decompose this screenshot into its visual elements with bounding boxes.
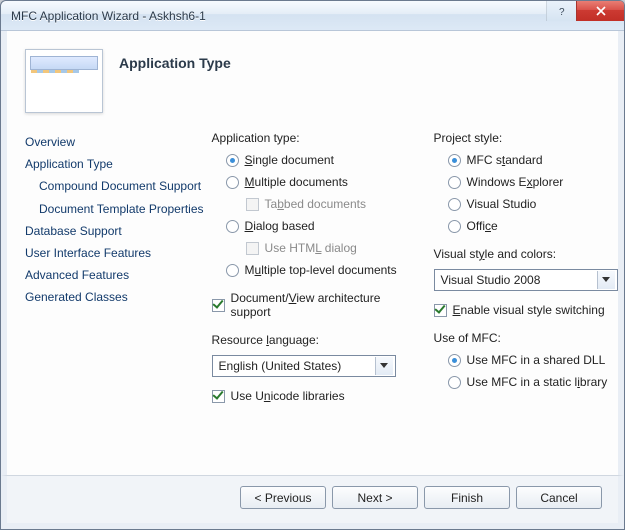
page-title: Application Type: [119, 55, 231, 113]
check-label: Enable visual style switching: [453, 303, 605, 317]
radio-icon: [226, 176, 239, 189]
radio-dialog-based[interactable]: Dialog based: [212, 217, 416, 235]
radio-label: Office: [467, 219, 498, 233]
app-type-label: Application type:: [212, 131, 416, 145]
chevron-down-icon: [597, 271, 615, 289]
radio-label: Use MFC in a static library: [467, 375, 608, 389]
sidebar-item-doc-template[interactable]: Document Template Properties: [25, 198, 204, 220]
radio-office[interactable]: Office: [434, 217, 618, 235]
radio-label: Use MFC in a shared DLL: [467, 353, 606, 367]
use-of-mfc-label: Use of MFC:: [434, 331, 618, 345]
sidebar-item-advanced[interactable]: Advanced Features: [25, 264, 204, 286]
radio-icon: [226, 154, 239, 167]
wizard-window: MFC Application Wizard - Askhsh6-1 ? App…: [0, 0, 625, 530]
radio-label: Windows Explorer: [467, 175, 564, 189]
next-button[interactable]: Next >: [332, 486, 418, 509]
radio-multiple-documents[interactable]: Multiple documents: [212, 173, 416, 191]
radio-icon: [448, 198, 461, 211]
radio-icon: [448, 220, 461, 233]
titlebar: MFC Application Wizard - Askhsh6-1 ?: [1, 1, 624, 31]
check-unicode[interactable]: Use Unicode libraries: [212, 387, 416, 405]
radio-label: Dialog based: [245, 219, 315, 233]
check-icon: [212, 390, 225, 403]
window-title: MFC Application Wizard - Askhsh6-1: [11, 9, 546, 23]
check-icon: [434, 304, 447, 317]
sidebar: Overview Application Type Compound Docum…: [25, 127, 204, 471]
cancel-button[interactable]: Cancel: [516, 486, 602, 509]
check-html-dialog: Use HTML dialog: [212, 239, 416, 257]
preview-image: [25, 49, 103, 113]
sidebar-item-ui-features[interactable]: User Interface Features: [25, 242, 204, 264]
check-icon: [246, 198, 259, 211]
sidebar-item-overview[interactable]: Overview: [25, 131, 204, 153]
check-icon: [246, 242, 259, 255]
radio-icon: [448, 354, 461, 367]
radio-mfc-static[interactable]: Use MFC in a static library: [434, 373, 618, 391]
radio-mfc-shared[interactable]: Use MFC in a shared DLL: [434, 351, 618, 369]
check-label: Use HTML dialog: [265, 241, 357, 255]
check-icon: [212, 299, 225, 312]
visual-style-select[interactable]: Visual Studio 2008: [434, 269, 618, 291]
radio-multiple-top-level[interactable]: Multiple top-level documents: [212, 261, 416, 279]
radio-icon: [226, 220, 239, 233]
radio-mfc-standard[interactable]: MFC standard: [434, 151, 618, 169]
radio-icon: [226, 264, 239, 277]
select-value: English (United States): [219, 359, 342, 373]
finish-button[interactable]: Finish: [424, 486, 510, 509]
check-label: Document/View architecture support: [231, 291, 416, 319]
check-style-switching[interactable]: Enable visual style switching: [434, 301, 618, 319]
radio-label: Multiple top-level documents: [245, 263, 397, 277]
resource-lang-label: Resource language:: [212, 333, 416, 347]
close-button[interactable]: [576, 1, 624, 21]
sidebar-item-application-type[interactable]: Application Type: [25, 153, 204, 175]
visual-style-label: Visual style and colors:: [434, 247, 618, 261]
check-label: Use Unicode libraries: [231, 389, 345, 403]
select-value: Visual Studio 2008: [441, 273, 541, 287]
button-row: < Previous Next > Finish Cancel: [1, 475, 624, 529]
radio-label: Single document: [245, 153, 334, 167]
sidebar-item-compound-doc[interactable]: Compound Document Support: [25, 175, 204, 197]
radio-icon: [448, 376, 461, 389]
radio-icon: [448, 176, 461, 189]
radio-label: MFC standard: [467, 153, 543, 167]
project-style-label: Project style:: [434, 131, 618, 145]
sidebar-item-database[interactable]: Database Support: [25, 220, 204, 242]
radio-icon: [448, 154, 461, 167]
resource-language-select[interactable]: English (United States): [212, 355, 396, 377]
check-doc-view[interactable]: Document/View architecture support: [212, 289, 416, 321]
radio-visual-studio[interactable]: Visual Studio: [434, 195, 618, 213]
previous-button[interactable]: < Previous: [240, 486, 326, 509]
svg-text:?: ?: [559, 7, 565, 16]
chevron-down-icon: [375, 357, 393, 375]
radio-single-document[interactable]: Single document: [212, 151, 416, 169]
radio-label: Multiple documents: [245, 175, 348, 189]
radio-label: Visual Studio: [467, 197, 537, 211]
sidebar-item-generated[interactable]: Generated Classes: [25, 286, 204, 308]
help-button[interactable]: ?: [546, 1, 576, 21]
check-tabbed-documents: Tabbed documents: [212, 195, 416, 213]
check-label: Tabbed documents: [265, 197, 366, 211]
radio-windows-explorer[interactable]: Windows Explorer: [434, 173, 618, 191]
